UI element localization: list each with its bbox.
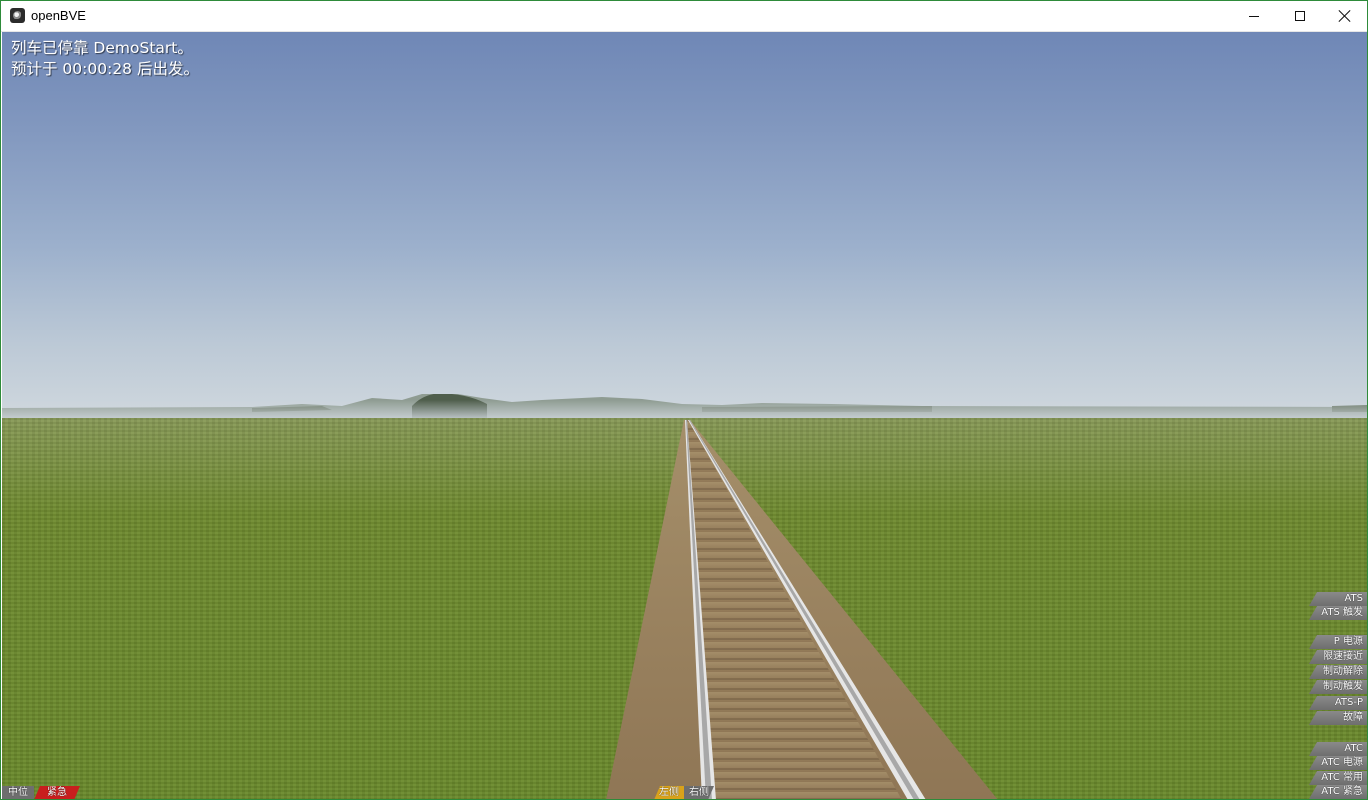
message-line-departure: 预计于 00:00:28 后出发。 <box>11 60 199 78</box>
indicator-atc-service: ATC 常用 <box>1309 771 1367 785</box>
indicator-atc-power: ATC 电源 <box>1309 756 1367 770</box>
indicator-brake-trigger: 制动触发 <box>1309 680 1367 694</box>
indicator-atc: ATC <box>1309 742 1367 756</box>
maximize-button[interactable] <box>1277 1 1323 31</box>
minimize-icon <box>1249 15 1259 17</box>
indicator-brake-emergency: 紧急 <box>34 786 80 800</box>
indicator-reverser: 中位 <box>2 786 34 799</box>
openbve-window: openBVE 列车已停靠 DemoStart。 预计于 00:00:28 后出… <box>0 0 1368 800</box>
title-bar[interactable]: openBVE <box>1 1 1367 32</box>
simulation-viewport[interactable]: 列车已停靠 DemoStart。 预计于 00:00:28 后出发。 ATS A… <box>2 32 1367 800</box>
indicator-ats-p: ATS-P <box>1309 696 1367 710</box>
message-line-arrival: 列车已停靠 DemoStart。 <box>11 39 193 57</box>
indicator-p-power: P 电源 <box>1309 635 1367 649</box>
station-message: 列车已停靠 DemoStart。 预计于 00:00:28 后出发。 <box>11 38 199 80</box>
close-button[interactable] <box>1322 1 1367 31</box>
railway-track <box>606 420 998 799</box>
window-title: openBVE <box>31 8 86 23</box>
indicator-pattern-approach: 限速接近 <box>1309 650 1367 664</box>
indicator-failure: 故障 <box>1309 711 1367 725</box>
indicator-atc-emergency: ATC 紧急 <box>1309 785 1367 799</box>
indicator-ats: ATS <box>1309 592 1367 606</box>
indicator-ats-trigger: ATS 触发 <box>1309 606 1367 620</box>
minimize-button[interactable] <box>1231 1 1277 31</box>
openbve-app-icon <box>10 8 25 23</box>
close-icon <box>1339 10 1351 22</box>
indicator-brake-release: 制动解除 <box>1309 665 1367 679</box>
maximize-icon <box>1295 11 1305 21</box>
